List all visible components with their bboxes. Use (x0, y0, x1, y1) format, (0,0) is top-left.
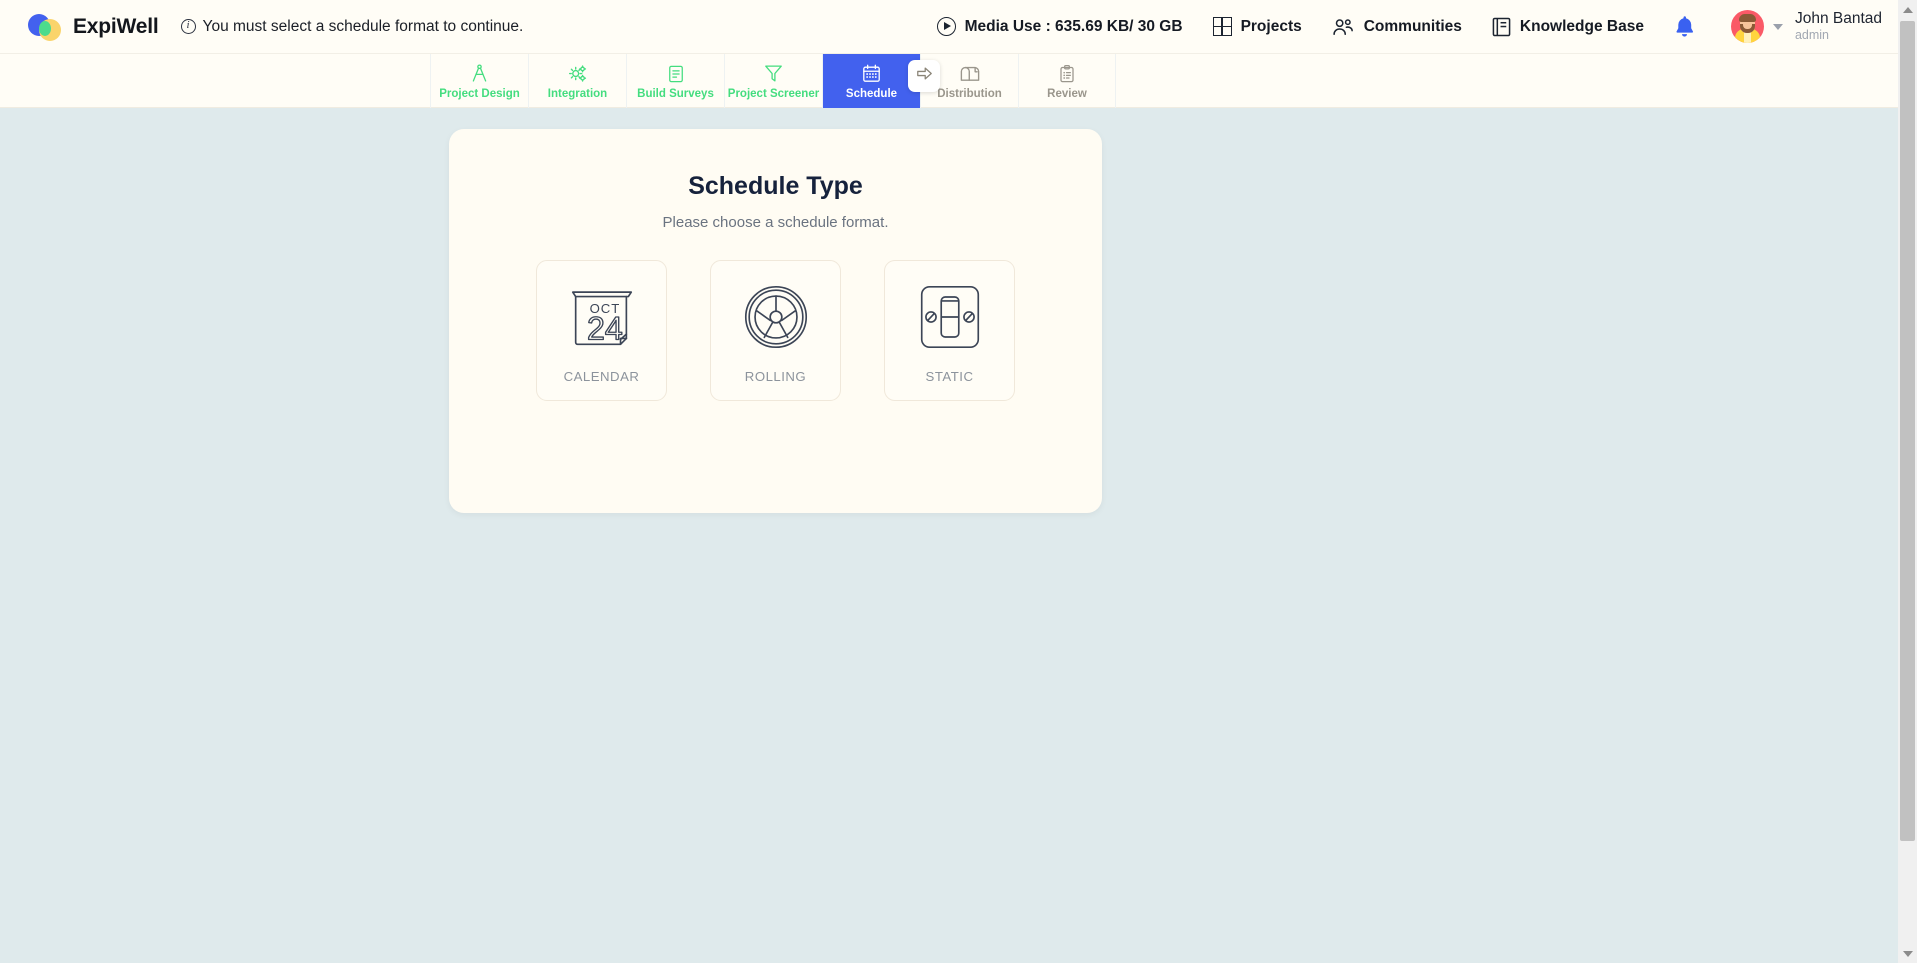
tab-integration-label: Integration (547, 87, 608, 100)
schedule-type-panel: Schedule Type Please choose a schedule f… (449, 129, 1102, 513)
option-calendar-label: CALENDAR (563, 369, 640, 384)
scroll-up-arrow[interactable] (1898, 0, 1917, 19)
nav-projects-label: Projects (1240, 17, 1302, 35)
play-circle-icon (936, 17, 956, 36)
nav-knowledge-base-label: Knowledge Base (1519, 17, 1644, 35)
info-circle-icon (180, 18, 196, 34)
nav-knowledge-base[interactable]: Knowledge Base (1492, 17, 1644, 37)
top-nav: Media Use : 635.69 KB/ 30 GB Projects Co… (936, 0, 1898, 53)
tab-build-surveys[interactable]: Build Surveys (626, 54, 724, 108)
media-use-label: Media Use : 635.69 KB/ 30 GB (964, 17, 1183, 35)
compass-icon (469, 63, 490, 85)
nav-communities-label: Communities (1363, 17, 1462, 35)
tab-review[interactable]: Review (1018, 54, 1116, 108)
option-calendar[interactable]: OCT 24 CALENDAR (536, 260, 667, 401)
user-role: admin (1794, 28, 1829, 43)
page-body: Schedule Type Please choose a schedule f… (0, 108, 1898, 963)
top-bar: ExpiWell You must select a schedule form… (0, 0, 1898, 54)
people-icon (1332, 18, 1355, 36)
tab-project-screener[interactable]: Project Screener (724, 54, 822, 108)
clipboard-icon (1057, 63, 1077, 85)
svg-text:24: 24 (587, 310, 623, 346)
page-title: Schedule Type (688, 172, 863, 200)
funnel-icon (763, 63, 784, 85)
option-rolling-label: ROLLING (744, 369, 807, 384)
wheel-icon (736, 277, 816, 357)
chevron-down-icon[interactable] (1772, 23, 1783, 30)
user-name: John Bantad (1794, 10, 1882, 28)
gears-icon (567, 63, 589, 85)
scroll-down-arrow[interactable] (1898, 944, 1917, 963)
brand-name: ExpiWell (73, 14, 159, 38)
option-static-label: STATIC (925, 369, 974, 384)
expiwell-logo-icon (28, 12, 64, 42)
alert-message: You must select a schedule format to con… (180, 17, 524, 36)
tab-schedule-label: Schedule (845, 87, 898, 100)
tab-schedule[interactable]: Schedule (822, 54, 920, 108)
tab-project-design-label: Project Design (439, 87, 520, 100)
book-icon (1492, 17, 1511, 37)
option-static[interactable]: STATIC (884, 260, 1015, 401)
user-menu[interactable]: John Bantad admin (1730, 10, 1882, 43)
calendar-icon (861, 63, 882, 85)
mailbox-icon (959, 63, 981, 85)
grid-icon (1212, 17, 1232, 36)
notifications-button[interactable] (1674, 15, 1695, 38)
light-switch-icon (910, 277, 990, 357)
nav-communities[interactable]: Communities (1332, 18, 1462, 36)
media-use-indicator[interactable]: Media Use : 635.69 KB/ 30 GB (936, 17, 1183, 36)
tab-build-surveys-label: Build Surveys (637, 87, 714, 100)
nav-projects[interactable]: Projects (1212, 17, 1302, 36)
tab-review-label: Review (1047, 87, 1087, 100)
brand-logo[interactable]: ExpiWell (28, 12, 159, 42)
tab-distribution-label: Distribution (937, 87, 1002, 100)
calendar-date-icon: OCT 24 (562, 277, 642, 357)
stepper-steps: Project Design Integration Build Surveys… (430, 54, 1116, 108)
arrow-right-icon (915, 64, 934, 88)
next-step-button[interactable] (908, 60, 940, 92)
page-scrollbar[interactable] (1898, 0, 1917, 963)
workflow-stepper: Project Design Integration Build Surveys… (0, 54, 1898, 108)
tab-project-design[interactable]: Project Design (430, 54, 528, 108)
tab-project-screener-label: Project Screener (727, 87, 820, 100)
alert-message-text: You must select a schedule format to con… (202, 17, 524, 35)
scrollbar-thumb[interactable] (1900, 21, 1915, 841)
option-rolling[interactable]: ROLLING (710, 260, 841, 401)
avatar (1730, 10, 1764, 43)
document-icon (666, 63, 686, 85)
tab-integration[interactable]: Integration (528, 54, 626, 108)
page-subtitle: Please choose a schedule format. (662, 214, 889, 231)
schedule-type-options: OCT 24 CALENDAR ROLLING STATIC (449, 260, 1102, 401)
bell-icon (1674, 15, 1695, 38)
